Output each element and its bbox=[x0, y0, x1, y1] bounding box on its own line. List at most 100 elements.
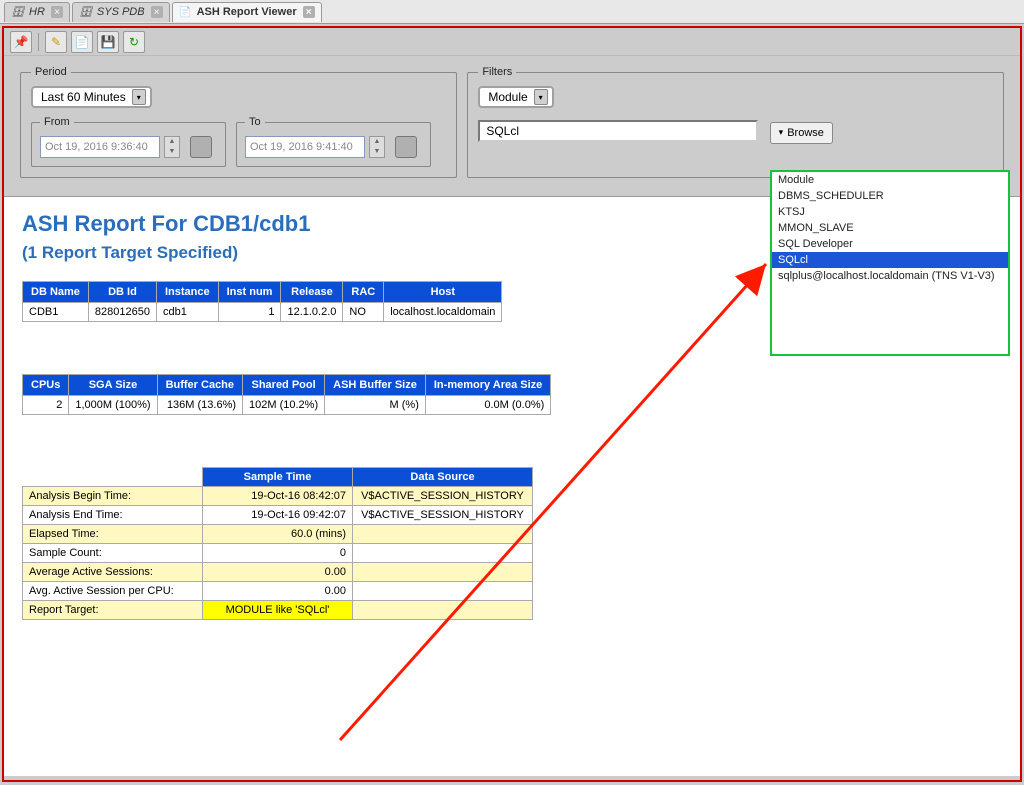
tab-label: ASH Report Viewer bbox=[197, 6, 297, 18]
cell: 12.1.0.2.0 bbox=[281, 303, 343, 322]
cell bbox=[353, 544, 533, 563]
col-header: In-memory Area Size bbox=[425, 375, 550, 396]
browse-button[interactable]: Browse bbox=[770, 122, 833, 144]
popup-item[interactable]: SQL Developer bbox=[772, 236, 1008, 252]
table-header-row: Sample Time Data Source bbox=[23, 468, 533, 487]
browse-label: Browse bbox=[787, 127, 824, 139]
col-header: Shared Pool bbox=[243, 375, 325, 396]
spinner[interactable]: ▲ ▼ bbox=[369, 136, 385, 158]
tab-label: SYS PDB bbox=[97, 6, 145, 18]
cell bbox=[353, 563, 533, 582]
col-header: CPUs bbox=[23, 375, 69, 396]
cell: V$ACTIVE_SESSION_HISTORY bbox=[353, 506, 533, 525]
cell: MODULE like 'SQLcl' bbox=[203, 601, 353, 620]
cell: 0.0M (0.0%) bbox=[425, 396, 550, 415]
tab-sys-pdb[interactable]: 🗄 SYS PDB × bbox=[72, 2, 170, 22]
system-info-table: CPUsSGA SizeBuffer CacheShared PoolASH B… bbox=[22, 374, 551, 415]
close-icon[interactable]: × bbox=[303, 6, 315, 18]
cell: CDB1 bbox=[23, 303, 89, 322]
col-header: RAC bbox=[343, 282, 384, 303]
from-datetime-input[interactable] bbox=[40, 136, 160, 158]
table-row: Average Active Sessions:0.00 bbox=[23, 563, 533, 582]
to-legend: To bbox=[245, 116, 265, 128]
col-header: Instance bbox=[156, 282, 218, 303]
to-datetime-input[interactable] bbox=[245, 136, 365, 158]
close-icon[interactable]: × bbox=[51, 6, 63, 18]
cell: Average Active Sessions: bbox=[23, 563, 203, 582]
from-legend: From bbox=[40, 116, 74, 128]
popup-item[interactable]: MMON_SLAVE bbox=[772, 220, 1008, 236]
dropdown-value: Module bbox=[488, 90, 527, 104]
report-icon: 📄 bbox=[179, 5, 193, 19]
pin-button[interactable]: 📌 bbox=[10, 31, 32, 53]
edit-button[interactable]: ✎ bbox=[45, 31, 67, 53]
module-browse-popup: Module DBMS_SCHEDULERKTSJMMON_SLAVESQL D… bbox=[770, 170, 1010, 356]
cell: Elapsed Time: bbox=[23, 525, 203, 544]
calendar-button[interactable] bbox=[395, 136, 417, 158]
col-header: DB Name bbox=[23, 282, 89, 303]
table-row: CDB1828012650cdb1112.1.0.2.0NOlocalhost.… bbox=[23, 303, 502, 322]
tabs-bar: 🗄 HR × 🗄 SYS PDB × 📄 ASH Report Viewer × bbox=[0, 0, 1024, 24]
table-header-row: DB NameDB IdInstanceInst numReleaseRACHo… bbox=[23, 282, 502, 303]
dropdown-value: Last 60 Minutes bbox=[41, 90, 126, 104]
cell: Avg. Active Session per CPU: bbox=[23, 582, 203, 601]
filter-type-dropdown[interactable]: Module ▾ bbox=[478, 86, 553, 108]
popup-item[interactable]: KTSJ bbox=[772, 204, 1008, 220]
cell: 828012650 bbox=[88, 303, 156, 322]
table-row: Avg. Active Session per CPU:0.00 bbox=[23, 582, 533, 601]
tab-hr[interactable]: 🗄 HR × bbox=[4, 2, 70, 22]
cell: 0.00 bbox=[203, 582, 353, 601]
chevron-down-icon: ▾ bbox=[534, 89, 548, 105]
spinner-down-icon[interactable]: ▼ bbox=[370, 147, 384, 157]
chevron-down-icon: ▾ bbox=[132, 89, 146, 105]
popup-item[interactable]: SQLcl bbox=[772, 252, 1008, 268]
spinner[interactable]: ▲ ▼ bbox=[164, 136, 180, 158]
export-button[interactable]: 💾 bbox=[97, 31, 119, 53]
spinner-up-icon[interactable]: ▲ bbox=[370, 137, 384, 147]
sql-button[interactable]: 📄 bbox=[71, 31, 93, 53]
table-row: 21,000M (100%)136M (13.6%)102M (10.2%)M … bbox=[23, 396, 551, 415]
cell: 1,000M (100%) bbox=[69, 396, 157, 415]
table-row: Analysis Begin Time:19-Oct-16 08:42:07V$… bbox=[23, 487, 533, 506]
period-legend: Period bbox=[31, 66, 71, 78]
db-info-table: DB NameDB IdInstanceInst numReleaseRACHo… bbox=[22, 281, 502, 322]
separator bbox=[38, 33, 39, 51]
main-frame: 📌 ✎ 📄 💾 ↻ Period Last 60 Minutes ▾ From … bbox=[2, 26, 1022, 782]
cell: Report Target: bbox=[23, 601, 203, 620]
tab-ash-report-viewer[interactable]: 📄 ASH Report Viewer × bbox=[172, 2, 322, 22]
toolbar: 📌 ✎ 📄 💾 ↻ bbox=[4, 28, 1020, 56]
period-range-dropdown[interactable]: Last 60 Minutes ▾ bbox=[31, 86, 152, 108]
table-header-row: CPUsSGA SizeBuffer CacheShared PoolASH B… bbox=[23, 375, 551, 396]
refresh-button[interactable]: ↻ bbox=[123, 31, 145, 53]
tab-label: HR bbox=[29, 6, 45, 18]
sql-icon: 🗄 bbox=[79, 5, 93, 19]
cell: 60.0 (mins) bbox=[203, 525, 353, 544]
spinner-down-icon[interactable]: ▼ bbox=[165, 147, 179, 157]
spinner-up-icon[interactable]: ▲ bbox=[165, 137, 179, 147]
calendar-button[interactable] bbox=[190, 136, 212, 158]
popup-item[interactable]: DBMS_SCHEDULER bbox=[772, 188, 1008, 204]
filter-value-input[interactable] bbox=[478, 120, 758, 142]
cell: 19-Oct-16 08:42:07 bbox=[203, 487, 353, 506]
from-fieldset: From ▲ ▼ bbox=[31, 116, 226, 167]
filters-legend: Filters bbox=[478, 66, 516, 78]
cell: 0.00 bbox=[203, 563, 353, 582]
controls-row: Period Last 60 Minutes ▾ From ▲ ▼ bbox=[4, 56, 1020, 188]
cell: 1 bbox=[218, 303, 281, 322]
cell: 136M (13.6%) bbox=[157, 396, 242, 415]
close-icon[interactable]: × bbox=[151, 6, 163, 18]
cell bbox=[353, 601, 533, 620]
col-header: Buffer Cache bbox=[157, 375, 242, 396]
col-header: Inst num bbox=[218, 282, 281, 303]
col-header: Data Source bbox=[353, 468, 533, 487]
cell bbox=[353, 525, 533, 544]
popup-item[interactable]: sqlplus@localhost.localdomain (TNS V1-V3… bbox=[772, 268, 1008, 284]
period-fieldset: Period Last 60 Minutes ▾ From ▲ ▼ bbox=[20, 66, 457, 178]
table-row: Sample Count:0 bbox=[23, 544, 533, 563]
col-header: Sample Time bbox=[203, 468, 353, 487]
cell: 19-Oct-16 09:42:07 bbox=[203, 506, 353, 525]
cell: Analysis End Time: bbox=[23, 506, 203, 525]
col-header: ASH Buffer Size bbox=[325, 375, 426, 396]
cell: localhost.localdomain bbox=[384, 303, 502, 322]
col-header: DB Id bbox=[88, 282, 156, 303]
